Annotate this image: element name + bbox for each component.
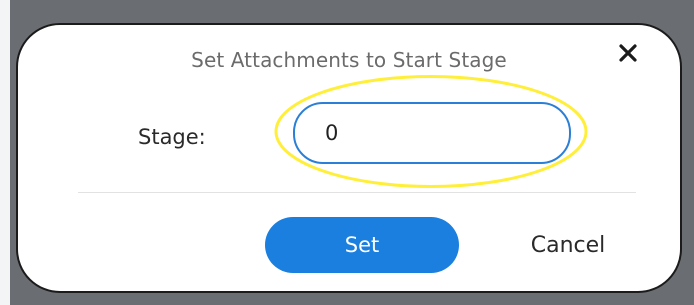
- set-button[interactable]: Set: [265, 217, 459, 273]
- close-icon: [619, 44, 637, 62]
- cancel-button[interactable]: Cancel: [498, 217, 638, 273]
- set-start-stage-dialog: Set Attachments to Start Stage Stage: Se…: [16, 23, 682, 293]
- dialog-title: Set Attachments to Start Stage: [191, 48, 507, 72]
- divider: [78, 192, 636, 193]
- stage-input[interactable]: [293, 102, 571, 164]
- stage-label: Stage:: [138, 125, 206, 149]
- close-button[interactable]: [614, 39, 642, 67]
